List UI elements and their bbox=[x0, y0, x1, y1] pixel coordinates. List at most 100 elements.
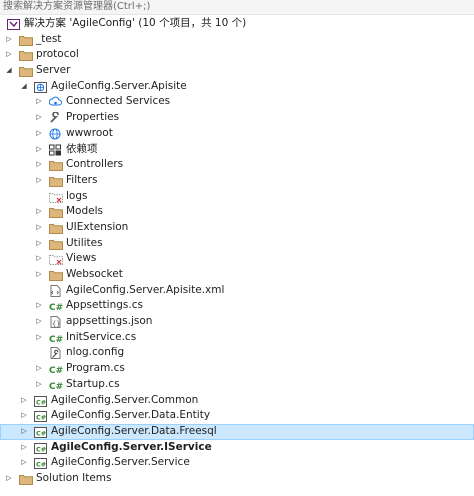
expand-arrow-icon[interactable]: ▷ bbox=[34, 126, 44, 142]
expand-arrow-icon[interactable]: ▷ bbox=[34, 251, 44, 267]
csharp-project-icon: C# bbox=[34, 442, 47, 454]
expand-arrow-icon[interactable]: ▷ bbox=[34, 173, 44, 189]
tree-item[interactable]: ▷ C# AgileConfig.Server.Common bbox=[0, 393, 474, 409]
expand-arrow-icon[interactable]: ▷ bbox=[34, 94, 44, 110]
tree-item[interactable]: ▷ protocol bbox=[0, 47, 474, 63]
expand-arrow-icon[interactable]: ▷ bbox=[4, 47, 14, 63]
tree-item[interactable]: ▷ 依赖项 bbox=[0, 142, 474, 158]
tree-item[interactable]: ▷ C# Appsettings.cs bbox=[0, 298, 474, 314]
expand-arrow-icon[interactable]: ▷ bbox=[34, 314, 44, 330]
expand-arrow-icon[interactable]: ▷ bbox=[34, 377, 44, 393]
expand-arrow-icon[interactable]: ▷ bbox=[34, 220, 44, 236]
tree-item[interactable]: ▷ Views bbox=[0, 251, 474, 267]
globe-icon bbox=[49, 128, 62, 140]
tree-item[interactable]: ▷ C# AgileConfig.Server.IService bbox=[0, 440, 474, 456]
expand-arrow-icon[interactable]: ▷ bbox=[34, 330, 44, 346]
tree-item-label: Filters bbox=[66, 173, 98, 186]
solution-node[interactable]: 解决方案 'AgileConfig' (10 个项目，共 10 个) bbox=[0, 16, 474, 32]
expand-arrow-icon[interactable]: ▷ bbox=[19, 408, 29, 424]
expand-arrow-icon[interactable]: ▷ bbox=[34, 236, 44, 252]
folder-icon bbox=[49, 238, 63, 250]
csharp-project-icon: C# bbox=[34, 457, 47, 470]
tree-item[interactable]: ▷ UIExtension bbox=[0, 220, 474, 236]
svg-text:C#: C# bbox=[49, 335, 63, 344]
csharp-file-icon: C# bbox=[49, 332, 63, 345]
tree-item[interactable]: ▷ C# Program.cs bbox=[0, 361, 474, 377]
svg-text:C#: C# bbox=[36, 414, 46, 422]
csharp-project-icon: C# bbox=[34, 395, 47, 407]
tree-item-label: Server bbox=[36, 64, 71, 77]
expand-arrow-icon[interactable]: ▷ bbox=[4, 32, 14, 48]
tree-item-label: InitService.cs bbox=[66, 330, 137, 343]
expand-arrow-icon[interactable]: ▷ bbox=[19, 440, 29, 456]
expand-arrow-icon[interactable]: ▷ bbox=[19, 393, 29, 409]
collapse-arrow-icon[interactable]: ◢ bbox=[4, 63, 14, 79]
expand-arrow-icon[interactable]: ▷ bbox=[34, 157, 44, 173]
tree-item[interactable]: ◢ AgileConfig.Server.Apisite bbox=[0, 79, 474, 95]
tree-item-label: Utilites bbox=[66, 236, 103, 249]
tree-item-label: Views bbox=[66, 252, 97, 265]
tree-item[interactable]: ▷ Controllers bbox=[0, 157, 474, 173]
csharp-project-icon: C# bbox=[34, 410, 47, 423]
folder-icon bbox=[19, 65, 33, 78]
tree-item-label: Controllers bbox=[66, 158, 124, 171]
tree-item-label: _test bbox=[36, 32, 62, 45]
tree-item[interactable]: ▷ Websocket bbox=[0, 267, 474, 283]
tree-item[interactable]: AgileConfig.Server.Apisite.xml bbox=[0, 283, 474, 299]
tree-item[interactable]: ▷ Filters bbox=[0, 173, 474, 189]
tree-item[interactable]: ▷ Models bbox=[0, 204, 474, 220]
svg-text:C#: C# bbox=[36, 445, 46, 453]
tree-item-label: AgileConfig.Server.Data.Freesql bbox=[51, 424, 217, 437]
expand-arrow-icon[interactable]: ▷ bbox=[34, 267, 44, 283]
expand-arrow-icon[interactable]: ▷ bbox=[34, 204, 44, 220]
tree-item[interactable]: ▷ Solution Items bbox=[0, 471, 474, 487]
tree-item-label: appsettings.json bbox=[66, 315, 153, 328]
csharp-project-icon: C# bbox=[34, 426, 47, 438]
search-input[interactable]: 搜索解决方案资源管理器(Ctrl+;) bbox=[0, 0, 474, 15]
folder-icon bbox=[19, 473, 33, 485]
folder-icon bbox=[49, 175, 63, 187]
tree-item[interactable]: ◢ Server bbox=[0, 63, 474, 79]
svg-text:C#: C# bbox=[36, 429, 46, 437]
tree-item[interactable]: ▷ _test bbox=[0, 32, 474, 48]
expand-arrow-icon[interactable]: ▷ bbox=[4, 471, 14, 487]
tree-item-label: AgileConfig.Server.Service bbox=[51, 456, 190, 469]
tree-item[interactable]: ▷ Connected Services bbox=[0, 94, 474, 110]
solution-icon bbox=[7, 18, 20, 30]
expand-arrow-icon[interactable]: ▷ bbox=[34, 142, 44, 158]
expand-arrow-icon[interactable]: ▷ bbox=[19, 424, 29, 440]
json-file-icon: {} bbox=[49, 316, 62, 329]
expand-arrow-icon[interactable]: ▷ bbox=[34, 298, 44, 314]
tree-item[interactable]: ▷ C# InitService.cs bbox=[0, 330, 474, 346]
tree-item-label: Solution Items bbox=[36, 471, 112, 484]
tree-item[interactable]: ▷ wwwroot bbox=[0, 126, 474, 142]
tree-item[interactable]: nlog.config bbox=[0, 345, 474, 361]
tree-item[interactable]: logs bbox=[0, 189, 474, 205]
tree-item-label: Program.cs bbox=[66, 362, 125, 375]
folder-icon bbox=[19, 49, 33, 62]
tree-item[interactable]: ▷ C# AgileConfig.Server.Data.Entity bbox=[0, 408, 474, 424]
tree-item-label: AgileConfig.Server.Common bbox=[51, 393, 199, 406]
excluded-folder-icon bbox=[49, 191, 63, 203]
svg-text:C#: C# bbox=[49, 366, 63, 375]
tree-item[interactable]: ▷ C# AgileConfig.Server.Data.Freesql bbox=[0, 423, 474, 440]
collapse-arrow-icon[interactable]: ◢ bbox=[19, 79, 29, 95]
folder-icon bbox=[49, 269, 63, 281]
folder-icon bbox=[49, 222, 63, 234]
tree-item[interactable]: ▷ C# AgileConfig.Server.Service bbox=[0, 455, 474, 471]
tree-item[interactable]: ▷ Properties bbox=[0, 110, 474, 126]
expand-arrow-icon[interactable]: ▷ bbox=[34, 361, 44, 377]
tree-item-label: 依赖项 bbox=[66, 142, 98, 155]
tree-item[interactable]: ▷ C# Startup.cs bbox=[0, 377, 474, 393]
tree-item[interactable]: ▷ {} appsettings.json bbox=[0, 314, 474, 330]
svg-text:C#: C# bbox=[36, 398, 46, 406]
folder-icon bbox=[49, 206, 63, 219]
tree-item-label: AgileConfig.Server.Apisite.xml bbox=[66, 283, 225, 296]
tree-item-label: Appsettings.cs bbox=[66, 299, 143, 312]
solution-explorer-tree: 解决方案 'AgileConfig' (10 个项目，共 10 个) ▷ _tes… bbox=[0, 16, 474, 487]
tree-item[interactable]: ▷ Utilites bbox=[0, 236, 474, 252]
folder-icon bbox=[19, 34, 33, 46]
expand-arrow-icon[interactable]: ▷ bbox=[34, 110, 44, 126]
expand-arrow-icon[interactable]: ▷ bbox=[19, 455, 29, 471]
tree-item-label: AgileConfig.Server.Apisite bbox=[51, 79, 187, 92]
